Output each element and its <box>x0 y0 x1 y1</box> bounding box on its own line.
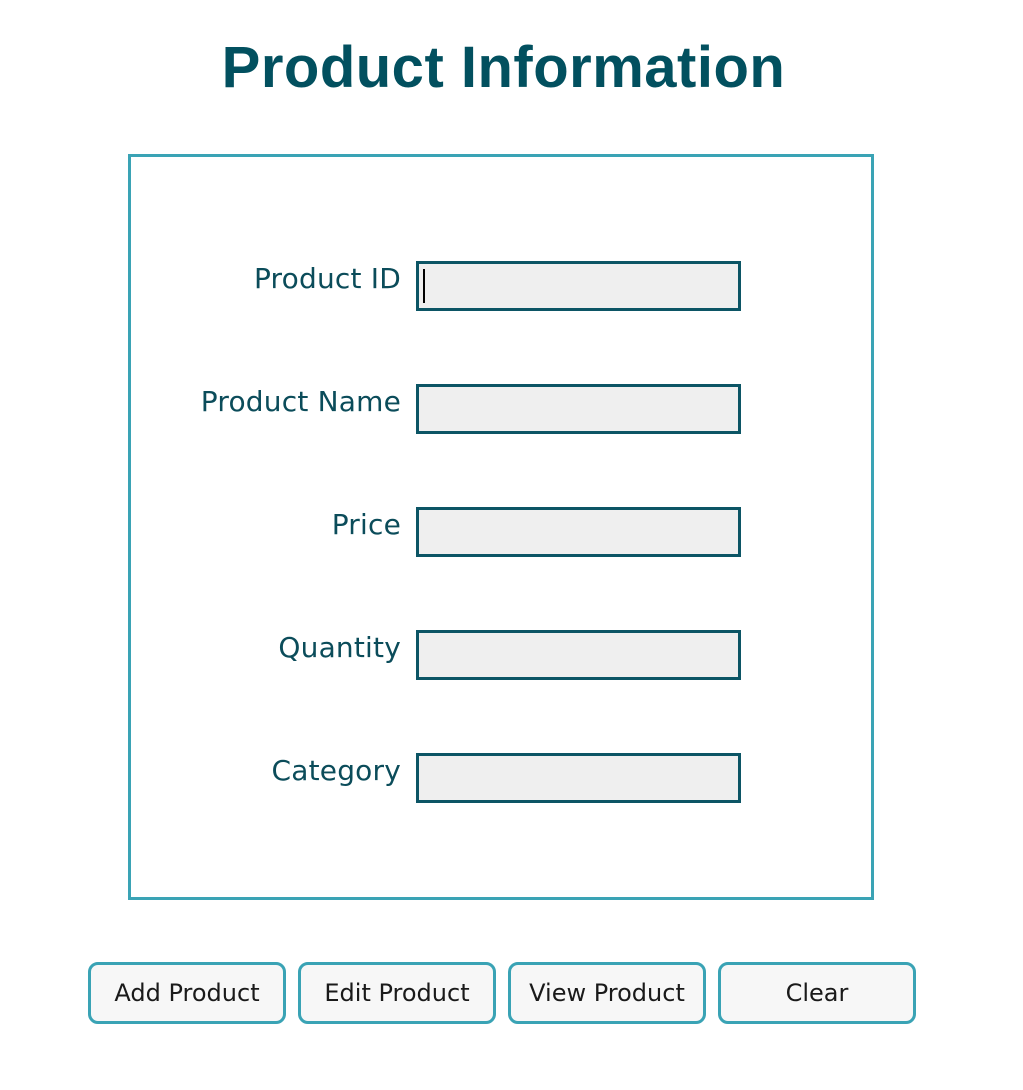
action-button-bar: Add Product Edit Product View Product Cl… <box>88 962 918 1024</box>
form-row-product-id: Product ID <box>131 259 871 311</box>
text-caret <box>423 269 425 303</box>
form-row-category: Category <box>131 751 871 803</box>
category-label: Category <box>271 754 401 787</box>
product-form-panel: Product ID Product Name Price Quantity C… <box>128 154 874 900</box>
product-id-input[interactable] <box>416 261 741 311</box>
form-row-product-name: Product Name <box>131 382 871 434</box>
edit-product-button[interactable]: Edit Product <box>298 962 496 1024</box>
product-name-label: Product Name <box>200 385 401 418</box>
clear-button[interactable]: Clear <box>718 962 916 1024</box>
quantity-input[interactable] <box>416 630 741 680</box>
add-product-button[interactable]: Add Product <box>88 962 286 1024</box>
product-name-input[interactable] <box>416 384 741 434</box>
category-input[interactable] <box>416 753 741 803</box>
form-row-quantity: Quantity <box>131 628 871 680</box>
page-title: Product Information <box>221 35 786 100</box>
form-row-price: Price <box>131 505 871 557</box>
view-product-button[interactable]: View Product <box>508 962 706 1024</box>
product-id-label: Product ID <box>253 262 401 295</box>
quantity-label: Quantity <box>278 631 401 664</box>
price-input[interactable] <box>416 507 741 557</box>
price-label: Price <box>331 508 401 541</box>
